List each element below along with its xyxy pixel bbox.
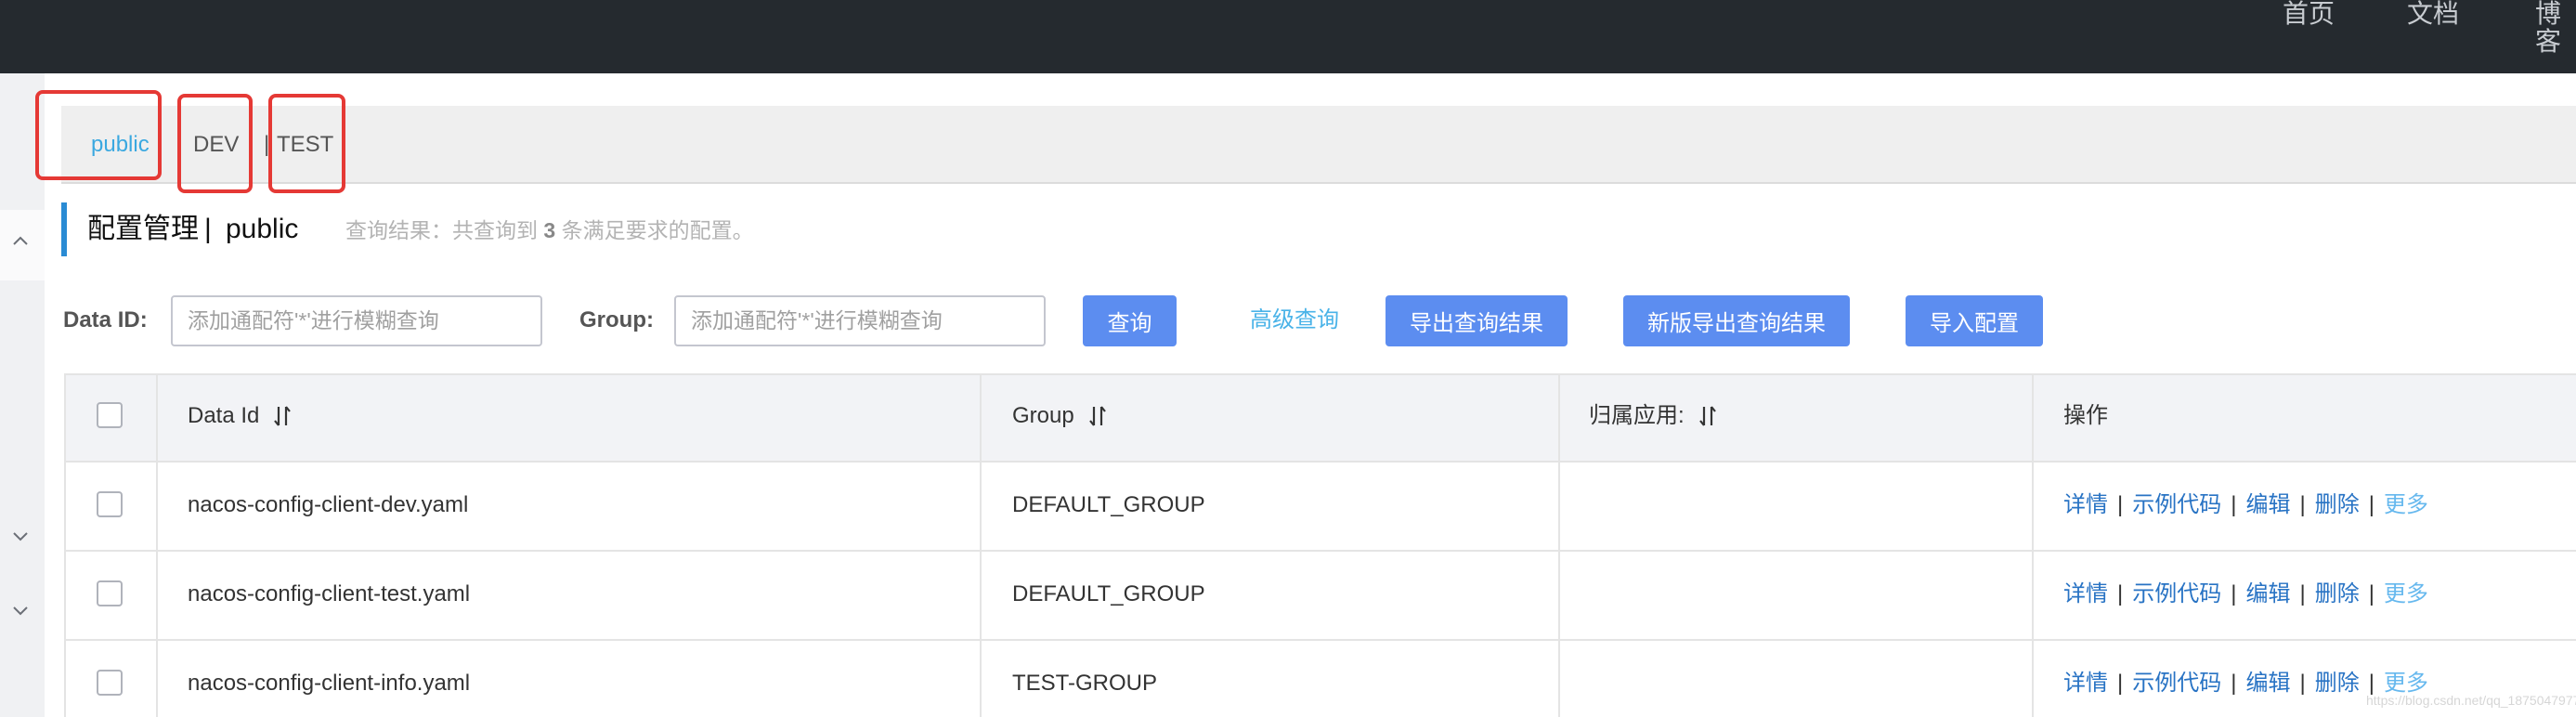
column-label: 归属应用: [1589, 403, 1685, 428]
action-separator: | [2231, 581, 2237, 606]
edit-link[interactable]: 编辑 [2245, 581, 2290, 607]
namespace-bar [61, 106, 2576, 184]
delete-link[interactable]: 删除 [2315, 581, 2360, 607]
cell-data-id: nacos-config-client-test.yaml [188, 581, 471, 606]
sample-code-link[interactable]: 示例代码 [2132, 671, 2221, 697]
nav-blog[interactable]: 博客 [2535, 0, 2576, 56]
column-divider [156, 373, 158, 717]
action-separator: | [2299, 671, 2306, 696]
column-label: Group [1012, 403, 1074, 428]
action-separator: | [2299, 492, 2306, 517]
action-separator: | [2299, 581, 2306, 606]
page-title: 配置管理 [87, 214, 199, 244]
column-header-group[interactable]: Group [1012, 403, 1108, 429]
action-separator: | [2368, 492, 2374, 517]
column-divider [1558, 373, 1560, 717]
advanced-query-link[interactable]: 高级查询 [1250, 307, 1339, 333]
select-all-checkbox[interactable] [97, 402, 123, 428]
highlight-box [35, 90, 162, 180]
action-separator: | [2117, 492, 2124, 517]
detail-link[interactable]: 详情 [2063, 581, 2108, 607]
export-button[interactable]: 导出查询结果 [1386, 295, 1568, 346]
import-button[interactable]: 导入配置 [1906, 295, 2043, 346]
edit-link[interactable]: 编辑 [2245, 671, 2290, 697]
sample-code-link[interactable]: 示例代码 [2132, 492, 2221, 518]
data-id-label: Data ID: [63, 307, 148, 332]
chevron-up-icon[interactable] [9, 230, 32, 253]
row-checkbox[interactable] [97, 670, 123, 696]
delete-link[interactable]: 删除 [2315, 671, 2360, 697]
detail-link[interactable]: 详情 [2063, 671, 2108, 697]
row-divider [64, 550, 2576, 552]
row-divider [64, 461, 2576, 463]
watermark: https://blog.csdn.net/qq_18750479770 [2366, 693, 2576, 708]
row-checkbox[interactable] [97, 491, 123, 517]
sort-icon[interactable] [1698, 404, 1718, 428]
highlight-box [268, 94, 345, 193]
column-header-app[interactable]: 归属应用: [1589, 403, 1718, 429]
column-header-actions: 操作 [2063, 403, 2108, 429]
action-separator: | [2231, 492, 2237, 517]
query-button[interactable]: 查询 [1083, 295, 1177, 346]
column-label: Data Id [188, 403, 260, 428]
action-separator: | [2231, 671, 2237, 696]
cell-group: DEFAULT_GROUP [1012, 492, 1205, 517]
row-actions: 详情 | 示例代码 | 编辑 | 删除 | 更多 [2063, 492, 2428, 518]
cell-data-id: nacos-config-client-info.yaml [188, 671, 471, 696]
more-link[interactable]: 更多 [2384, 492, 2428, 518]
delete-link[interactable]: 删除 [2315, 492, 2360, 518]
title-separator: | [204, 214, 212, 244]
chevron-down-icon[interactable] [9, 599, 32, 621]
new-export-button[interactable]: 新版导出查询结果 [1623, 295, 1850, 346]
action-separator: | [2117, 671, 2124, 696]
nav-docs[interactable]: 文档 [2407, 0, 2459, 28]
action-separator: | [2117, 581, 2124, 606]
highlight-box [177, 94, 253, 193]
detail-link[interactable]: 详情 [2063, 492, 2108, 518]
chevron-down-icon[interactable] [9, 525, 32, 547]
query-result-count: 3 [543, 218, 556, 242]
edit-link[interactable]: 编辑 [2245, 492, 2290, 518]
column-header-data-id[interactable]: Data Id [188, 403, 293, 429]
top-header [0, 0, 2576, 73]
action-separator: | [2368, 581, 2374, 606]
more-link[interactable]: 更多 [2384, 581, 2428, 607]
sort-icon[interactable] [1087, 404, 1108, 428]
row-actions: 详情 | 示例代码 | 编辑 | 删除 | 更多 [2063, 581, 2428, 607]
query-result-summary: 查询结果：共查询到 3 条满足要求的配置。 [345, 218, 754, 242]
cell-group: DEFAULT_GROUP [1012, 581, 1205, 606]
title-accent-bar [61, 202, 67, 256]
sample-code-link[interactable]: 示例代码 [2132, 581, 2221, 607]
row-divider [64, 639, 2576, 641]
column-divider [980, 373, 982, 717]
data-id-input[interactable] [171, 295, 542, 346]
cell-data-id: nacos-config-client-dev.yaml [188, 492, 469, 517]
nav-home[interactable]: 首页 [2283, 0, 2335, 28]
sort-icon[interactable] [272, 404, 293, 428]
group-input[interactable] [674, 295, 1046, 346]
table-header [66, 375, 2576, 461]
column-label: 操作 [2063, 403, 2108, 428]
cell-group: TEST-GROUP [1012, 671, 1158, 696]
namespace-name: public [226, 214, 299, 244]
row-checkbox[interactable] [97, 580, 123, 606]
group-label: Group: [579, 307, 654, 332]
column-divider [2032, 373, 2034, 717]
